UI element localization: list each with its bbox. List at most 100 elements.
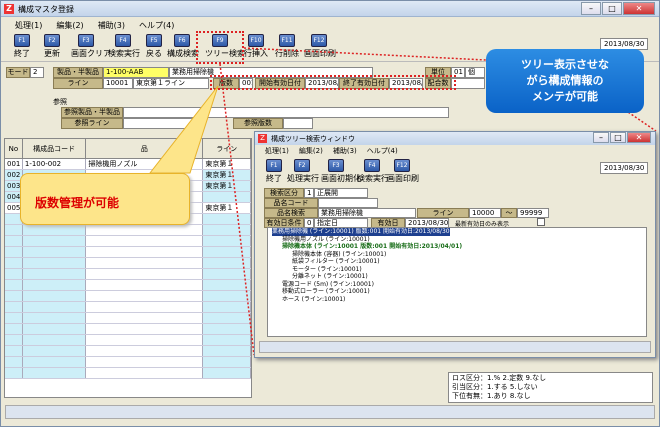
tree-node[interactable]: 掃除機本体 (ライン:10001 版数:001 開始有効日:2013/04/01… [268, 243, 646, 251]
child-close-button[interactable]: ✕ [627, 132, 651, 143]
table-row[interactable]: 001 1-100-002 掃除機用ノズル 東京第１ [5, 159, 251, 170]
tree-node[interactable]: 電源コード (5m) (ライン:10001) [268, 281, 646, 289]
child-menu-help[interactable]: ヘルプ(4) [367, 146, 398, 156]
empty-cell[interactable] [203, 269, 251, 279]
empty-cell[interactable] [22, 280, 87, 290]
empty-cell[interactable] [86, 291, 204, 301]
line-from-field[interactable]: 10000 [469, 208, 501, 218]
child-menu-process[interactable]: 処理(1) [265, 146, 289, 156]
empty-cell[interactable] [22, 258, 87, 268]
empty-cell[interactable] [22, 368, 87, 378]
empty-cell[interactable] [203, 247, 251, 257]
line-code-field[interactable]: 10001 [103, 78, 133, 89]
empty-cell[interactable] [203, 291, 251, 301]
tree-node[interactable]: 掃除機本体 (容器) (ライン:10001) [268, 251, 646, 259]
empty-cell[interactable] [203, 368, 251, 378]
ref-line-field[interactable] [123, 118, 203, 129]
empty-cell[interactable] [203, 324, 251, 334]
child-menu-assist[interactable]: 補助(3) [333, 146, 357, 156]
ref-product-field[interactable] [123, 107, 203, 118]
empty-cell[interactable] [22, 324, 87, 334]
empty-cell[interactable] [86, 335, 204, 345]
child-init-button[interactable]: F3 画面初期化 [321, 159, 361, 186]
empty-cell[interactable] [22, 346, 87, 356]
table-row[interactable] [5, 247, 251, 258]
empty-cell[interactable] [22, 357, 87, 367]
table-row[interactable] [5, 302, 251, 313]
empty-cell[interactable] [203, 357, 251, 367]
child-run-button[interactable]: F2 処理実行 [287, 159, 319, 186]
table-row[interactable] [5, 225, 251, 236]
minimize-button[interactable]: – [581, 2, 601, 15]
child-search-button[interactable]: F4 検索実行 [357, 159, 389, 186]
cell-line[interactable] [203, 225, 251, 235]
child-print-button[interactable]: F12 画面印刷 [387, 159, 419, 186]
search-run-button[interactable]: F4 検索実行 [108, 34, 140, 61]
empty-cell[interactable] [203, 302, 251, 312]
cell-line[interactable]: 東京第１ [203, 159, 251, 169]
empty-cell[interactable] [203, 335, 251, 345]
structure-search-button[interactable]: F6 構成検索 [167, 34, 199, 61]
empty-cell[interactable] [203, 258, 251, 268]
menu-process[interactable]: 処理(1) [15, 20, 42, 31]
cell-no[interactable]: 001 [5, 159, 23, 169]
table-row[interactable] [5, 357, 251, 368]
tree-node[interactable]: 業務用掃除機 (ライン:10001) 版数:001 開始有効日:2013/08/… [268, 228, 646, 236]
close-button[interactable]: ✕ [623, 2, 655, 15]
empty-cell[interactable] [5, 368, 23, 378]
mode-field[interactable]: 2 [30, 67, 44, 78]
empty-cell[interactable] [22, 247, 87, 257]
clear-screen-button[interactable]: F3 画面クリア [71, 34, 111, 61]
empty-cell[interactable] [203, 313, 251, 323]
empty-cell[interactable] [5, 313, 23, 323]
empty-cell[interactable] [5, 302, 23, 312]
cell-code[interactable] [22, 236, 87, 246]
empty-cell[interactable] [5, 247, 23, 257]
empty-cell[interactable] [86, 302, 204, 312]
cell-name[interactable] [86, 236, 204, 246]
empty-cell[interactable] [5, 269, 23, 279]
table-row[interactable] [5, 236, 251, 247]
child-exit-button[interactable]: F1 終了 [259, 159, 289, 186]
table-row[interactable] [5, 269, 251, 280]
empty-cell[interactable] [86, 313, 204, 323]
table-row[interactable] [5, 280, 251, 291]
search-kbn-field[interactable]: 1 [304, 188, 314, 198]
empty-cell[interactable] [86, 280, 204, 290]
back-button[interactable]: F5 戻る [139, 34, 169, 61]
empty-cell[interactable] [5, 346, 23, 356]
empty-cell[interactable] [5, 258, 23, 268]
product-code-field[interactable]: 1-100-AAB [103, 67, 169, 78]
cell-line[interactable]: 東京第１ [203, 203, 251, 213]
table-row[interactable] [5, 313, 251, 324]
alloc-field[interactable] [451, 78, 485, 89]
menu-assist[interactable]: 補助(3) [98, 20, 125, 31]
cell-name[interactable] [86, 225, 204, 235]
delete-row-button[interactable]: F11 行削除 [272, 34, 302, 61]
cell-line[interactable] [203, 236, 251, 246]
child-menu-edit[interactable]: 編集(2) [299, 146, 323, 156]
latest-only-checkbox[interactable] [537, 218, 545, 226]
structure-tree[interactable]: 業務用掃除機 (ライン:10001) 版数:001 開始有効日:2013/08/… [267, 227, 647, 337]
empty-cell[interactable] [86, 346, 204, 356]
update-button[interactable]: F2 更新 [37, 34, 67, 61]
print-screen-button[interactable]: F12 画面印刷 [304, 34, 336, 61]
cell-no[interactable] [5, 236, 23, 246]
insert-row-button[interactable]: F10 行挿入 [241, 34, 271, 61]
table-row[interactable] [5, 291, 251, 302]
empty-cell[interactable] [5, 291, 23, 301]
empty-cell[interactable] [203, 280, 251, 290]
table-row[interactable] [5, 258, 251, 269]
cell-line[interactable]: 東京第１ [203, 181, 251, 191]
tree-node[interactable]: 分離ネット (ライン:10001) [268, 273, 646, 281]
tree-node[interactable]: モーター (ライン:10001) [268, 266, 646, 274]
exit-button[interactable]: F1 終了 [7, 34, 37, 61]
maximize-button[interactable]: □ [602, 2, 622, 15]
code-field[interactable] [318, 198, 378, 208]
empty-cell[interactable] [86, 269, 204, 279]
empty-cell[interactable] [22, 291, 87, 301]
empty-cell[interactable] [22, 302, 87, 312]
cell-name[interactable]: 掃除機用ノズル [86, 159, 204, 169]
name-search-field[interactable]: 業務用掃除機 [318, 208, 416, 218]
line-to-field[interactable]: 99999 [517, 208, 549, 218]
